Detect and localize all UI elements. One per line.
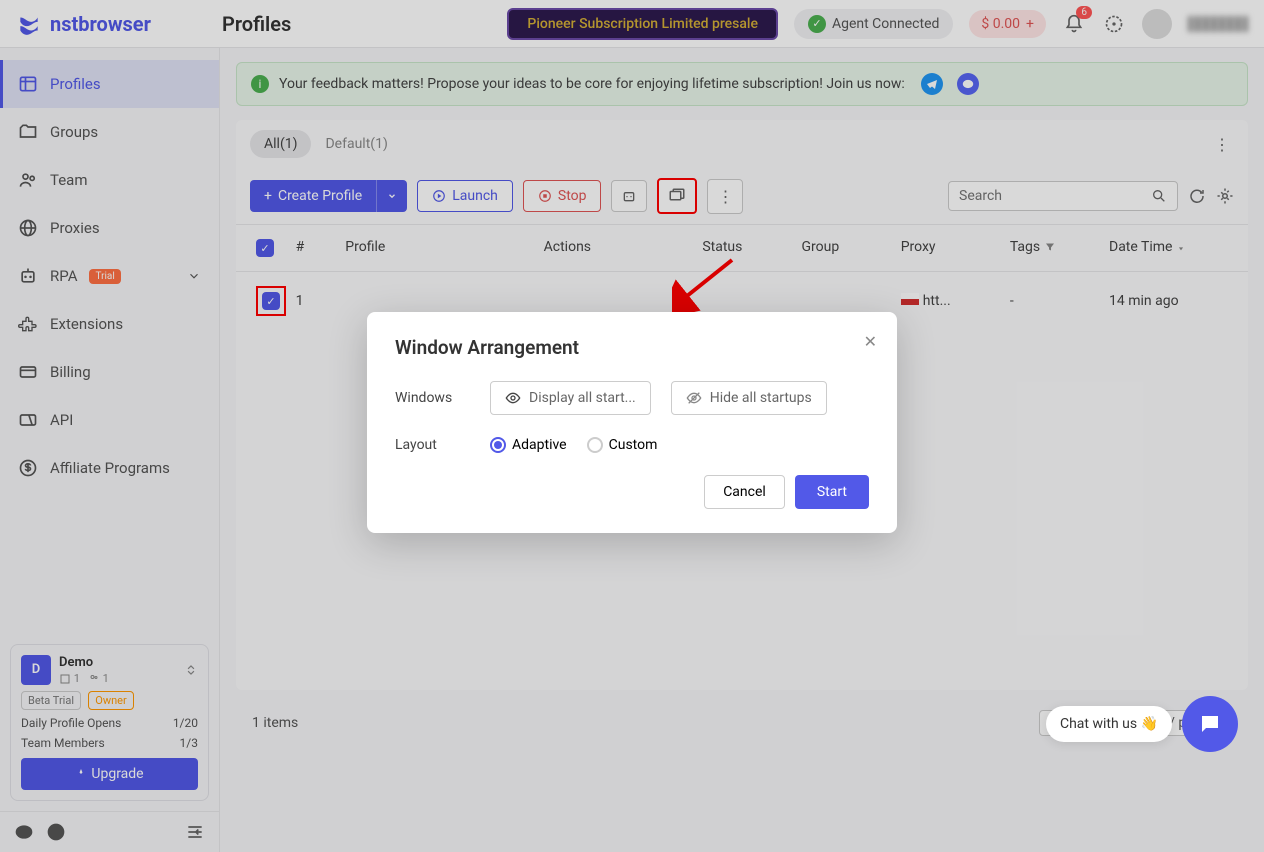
chat-button[interactable]: [1182, 696, 1238, 752]
radio-icon: [587, 437, 603, 453]
eye-off-icon: [686, 390, 702, 406]
modal-title: Window Arrangement: [395, 336, 869, 359]
layout-label: Layout: [395, 437, 470, 453]
modal-close-button[interactable]: ✕: [864, 332, 877, 351]
window-arrangement-modal: Window Arrangement ✕ Windows Display all…: [367, 312, 897, 533]
chat-widget: Chat with us 👋: [1046, 696, 1238, 752]
radio-custom[interactable]: Custom: [587, 437, 658, 453]
chat-text: Chat with us 👋: [1046, 706, 1172, 742]
hide-all-button[interactable]: Hide all startups: [671, 381, 827, 415]
radio-icon: [490, 437, 506, 453]
chat-icon: [1198, 712, 1222, 736]
windows-label: Windows: [395, 390, 470, 406]
cancel-button[interactable]: Cancel: [704, 475, 785, 509]
display-all-button[interactable]: Display all start...: [490, 381, 651, 415]
start-button[interactable]: Start: [795, 475, 869, 509]
radio-adaptive[interactable]: Adaptive: [490, 437, 567, 453]
eye-icon: [505, 390, 521, 406]
